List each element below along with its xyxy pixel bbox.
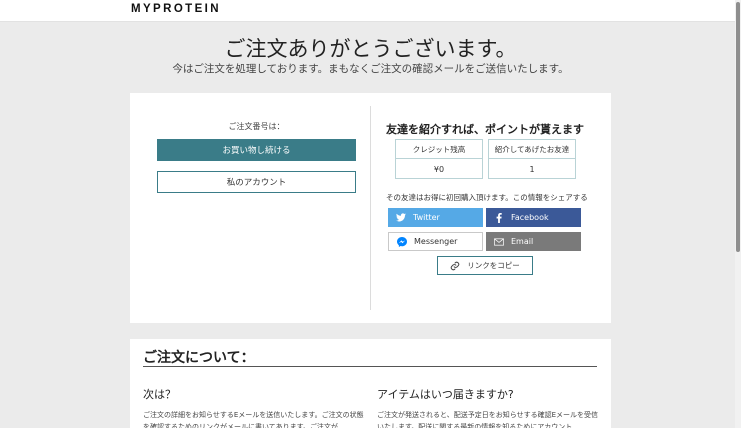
- referred-friends-label: 紹介してあげたお友達: [489, 140, 575, 159]
- messenger-icon: [397, 236, 407, 247]
- whats-next-heading: 次は？: [143, 388, 176, 401]
- share-description: その友達はお得に初回購入頂けます。この情報をシェアする: [386, 193, 588, 202]
- twitter-share-label: Twitter: [413, 213, 440, 222]
- facebook-share-button[interactable]: Facebook: [486, 208, 581, 227]
- copy-link-button[interactable]: リンクをコピー: [437, 256, 533, 275]
- whats-next-text: ご注文の詳細をお知らせするEメールを送信いたします。ご注文の状態を確認するための…: [143, 411, 364, 428]
- about-order-title: ご注文について：: [143, 350, 255, 366]
- delivery-heading: アイテムはいつ届きますか?: [377, 388, 514, 401]
- credit-balance-box: クレジット残高 ¥0: [395, 139, 483, 179]
- facebook-icon: [494, 212, 504, 223]
- link-icon: [450, 261, 460, 271]
- referral-title: 友達を紹介すれば、ポイントが貰えます: [386, 123, 584, 136]
- twitter-share-button[interactable]: Twitter: [388, 208, 483, 227]
- twitter-icon: [396, 213, 406, 223]
- my-account-button[interactable]: 私のアカウント: [157, 171, 356, 193]
- credit-balance-value: ¥0: [433, 164, 445, 174]
- delivery-text: ご注文が発送されると、配送予定日をお知らせする確認Eメールを受信いたします。配送…: [377, 411, 599, 428]
- referred-friends-box: 紹介してあげたお友達 1: [488, 139, 576, 179]
- copy-link-label: リンクをコピー: [467, 261, 520, 270]
- envelope-icon: [494, 237, 504, 247]
- page-title: ご注文ありがとうございます。: [224, 37, 517, 61]
- site-header: MYPROTEIN: [0, 0, 735, 22]
- credit-balance-label: クレジット残高: [396, 140, 482, 159]
- facebook-share-label: Facebook: [511, 213, 549, 222]
- order-number-label: ご注文番号は：: [228, 122, 285, 131]
- email-share-label: Email: [511, 237, 534, 246]
- email-share-button[interactable]: Email: [486, 232, 581, 251]
- card-divider: [370, 106, 371, 310]
- myprotein-logo[interactable]: MYPROTEIN: [131, 3, 221, 15]
- continue-shopping-button[interactable]: お買い物し続ける: [157, 139, 356, 161]
- messenger-share-label: Messenger: [414, 237, 458, 246]
- referred-friends-value: 1: [529, 164, 535, 174]
- about-title-underline: [143, 366, 597, 367]
- page-subtitle: 今はご注文を処理しております。まもなくご注文の確認メールをご送信いたします。: [172, 63, 569, 75]
- messenger-share-button[interactable]: Messenger: [388, 232, 483, 251]
